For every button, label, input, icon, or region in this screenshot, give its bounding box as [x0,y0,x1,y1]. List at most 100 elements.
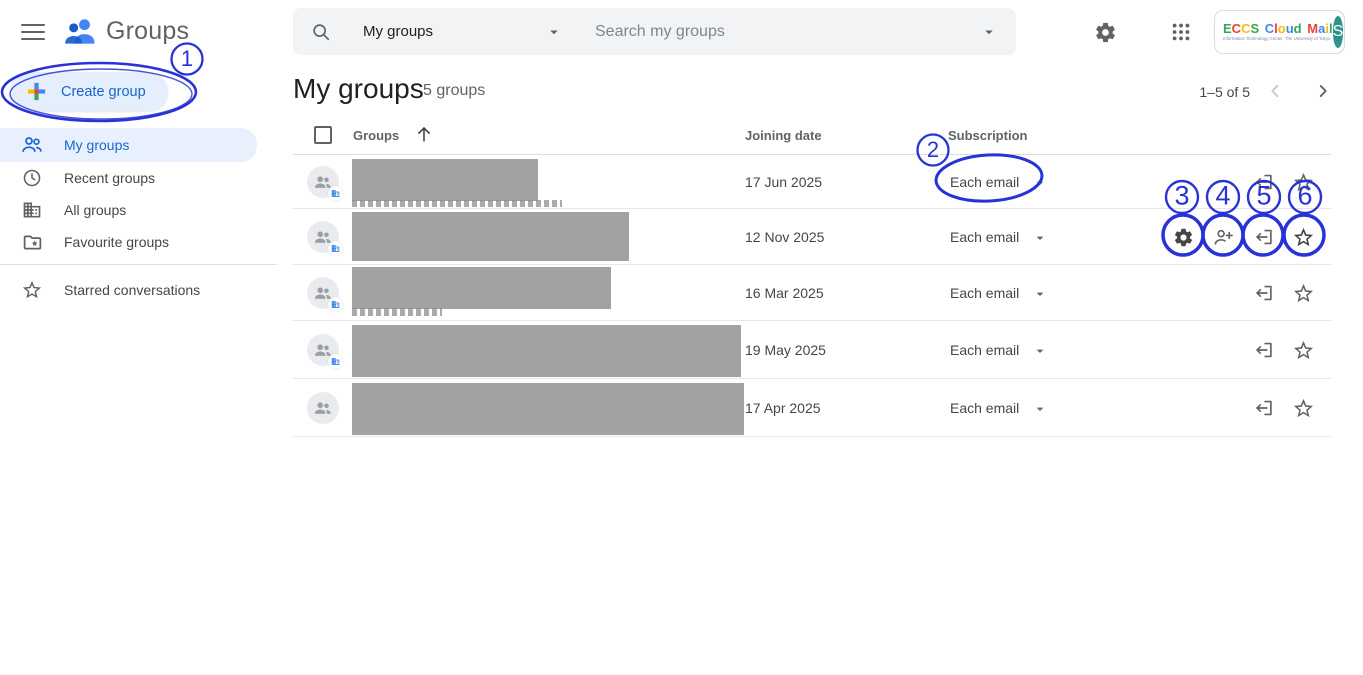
search-scope-value: My groups [363,23,433,40]
main-menu-icon[interactable] [18,17,48,47]
star-icon [20,279,44,301]
groups-app-logo[interactable]: Groups [62,13,189,49]
search-options-caret-icon[interactable] [980,23,998,41]
search-scope-select[interactable]: My groups [363,23,563,41]
multicolor-plus-icon [26,81,47,102]
sidebar-item-label: Starred conversations [64,282,200,298]
org-badge-icon [328,186,343,201]
org-badge-icon [328,241,343,256]
star-icon[interactable] [1291,225,1315,249]
sidebar-item-label: My groups [64,137,129,153]
column-header-subscription[interactable]: Subscription [948,128,1027,143]
org-badge-icon [328,297,343,312]
chevron-down-icon [1032,286,1048,302]
chevron-down-icon [1032,175,1048,191]
chevron-down-icon [1032,230,1048,246]
sidebar-item-my-groups[interactable]: My groups [0,128,257,162]
pagination-next-button[interactable] [1311,79,1335,103]
select-all-checkbox[interactable] [314,126,332,144]
chevron-left-icon [1264,80,1286,102]
leave-group-icon[interactable] [1252,170,1276,194]
joining-date: 17 Apr 2025 [745,400,821,416]
table-row[interactable]: 17 Apr 2025 Each email [293,379,1331,437]
chevron-down-icon [1032,343,1048,359]
sidebar-item-all-groups[interactable]: All groups [0,194,257,226]
redacted-text-fragment [352,308,442,316]
subscription-value: Each email [950,174,1019,190]
chevron-down-icon [545,23,563,41]
table-header: Groups Joining date Subscription [293,120,1331,155]
apps-grid-icon [1170,21,1192,43]
group-avatar [307,221,339,253]
group-count: 5 groups [423,82,485,100]
create-group-label: Create group [61,84,146,100]
clock-icon [20,167,44,189]
redacted-text-fragment [352,200,562,207]
sidebar-item-starred-conversations[interactable]: Starred conversations [0,274,257,306]
table-row[interactable]: 12 Nov 2025 Each email [293,209,1331,265]
star-icon[interactable] [1291,170,1315,194]
table-row[interactable]: 19 May 2025 Each email [293,321,1331,379]
people-icon [20,133,44,157]
search-input[interactable]: Search my groups [595,23,980,41]
leave-group-icon[interactable] [1252,396,1276,420]
subscription-value: Each email [950,400,1019,416]
star-icon[interactable] [1291,396,1315,420]
group-avatar [307,334,339,366]
group-avatar [307,392,339,424]
redacted-group-name [352,383,744,435]
add-members-icon[interactable] [1211,225,1235,249]
sidebar-item-recent-groups[interactable]: Recent groups [0,162,257,194]
subscription-value: Each email [950,342,1019,358]
google-apps-button[interactable] [1161,12,1201,52]
app-title: Groups [106,17,189,46]
eccs-logo-text: ECCS Cloud Mail [1223,22,1333,35]
sort-ascending-icon[interactable] [413,123,435,145]
subscription-dropdown[interactable]: Each email [950,229,1019,245]
pagination-prev-button[interactable] [1263,79,1287,103]
joining-date: 12 Nov 2025 [745,229,824,245]
domain-icon [20,200,44,220]
column-header-joining-date[interactable]: Joining date [745,128,822,143]
settings-button[interactable] [1085,12,1125,52]
group-avatar [307,277,339,309]
chevron-down-icon [1032,401,1048,417]
folder-star-icon [20,232,44,253]
avatar[interactable]: S [1333,16,1344,48]
page-title: My groups [293,73,424,105]
subscription-dropdown[interactable]: Each email [950,342,1019,358]
sidebar-item-label: Recent groups [64,170,155,186]
leave-group-icon[interactable] [1252,338,1276,362]
subscription-value: Each email [950,285,1019,301]
joining-date: 19 May 2025 [745,342,826,358]
table-row[interactable]: 17 Jun 2025 Each email [293,155,1331,209]
search-bar: My groups Search my groups [293,8,1016,55]
group-settings-icon[interactable] [1171,225,1195,249]
org-logo: ECCS Cloud Mail Information Technology C… [1223,22,1333,41]
table-row[interactable]: 16 Mar 2025 Each email [293,265,1331,321]
groups-logo-icon [62,13,98,49]
create-group-button[interactable]: Create group [10,72,168,111]
star-icon[interactable] [1291,338,1315,362]
leave-group-icon[interactable] [1252,225,1276,249]
org-badge-icon [328,354,343,369]
subscription-dropdown[interactable]: Each email [950,174,1019,190]
leave-group-icon[interactable] [1252,281,1276,305]
joining-date: 17 Jun 2025 [745,174,822,190]
subscription-dropdown[interactable]: Each email [950,285,1019,301]
redacted-group-name [352,212,629,261]
eccs-logo-subtext: Information Technology Center, The Unive… [1223,37,1333,41]
sidebar-item-favourite-groups[interactable]: Favourite groups [0,226,257,258]
pagination-range: 1–5 of 5 [1150,84,1250,100]
gear-icon [1094,21,1117,44]
star-icon[interactable] [1291,281,1315,305]
subscription-dropdown[interactable]: Each email [950,400,1019,416]
subscription-value: Each email [950,229,1019,245]
column-header-groups[interactable]: Groups [353,128,399,143]
sidebar-divider [0,264,277,265]
account-button[interactable]: ECCS Cloud Mail Information Technology C… [1214,10,1345,54]
sidebar-item-label: Favourite groups [64,234,169,250]
redacted-group-name [352,159,538,201]
redacted-group-name [352,325,741,377]
sidebar-item-label: All groups [64,202,126,218]
